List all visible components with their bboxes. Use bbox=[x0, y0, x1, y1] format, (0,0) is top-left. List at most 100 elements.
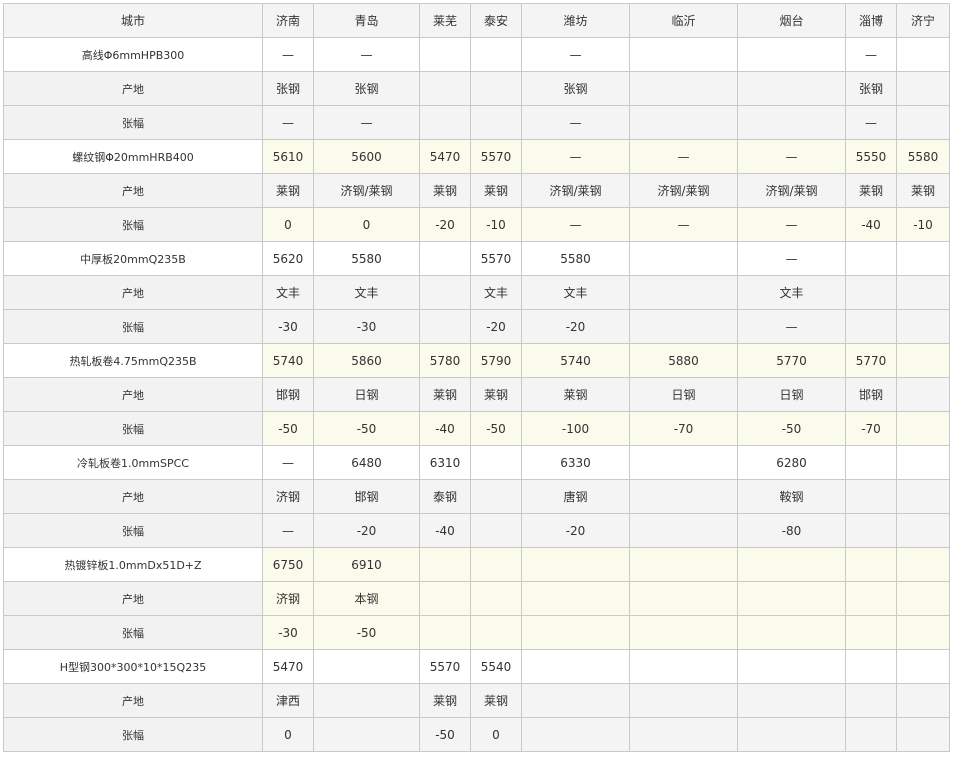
table-cell bbox=[470, 547, 522, 582]
table-row: 热镀锌板1.0mmDx51D+Z 6750 6910 bbox=[3, 547, 950, 582]
table-cell: -50 bbox=[419, 717, 471, 752]
table-cell: 莱钢 bbox=[419, 377, 471, 412]
header-city-7: 烟台 bbox=[737, 3, 846, 38]
row-sublabel: 张幅 bbox=[3, 513, 263, 548]
table-cell: -20 bbox=[313, 513, 420, 548]
table-row: 螺纹钢Φ20mmHRB400 5610 5600 5470 5570— — —5550 558… bbox=[3, 139, 950, 174]
table-cell: -100 bbox=[521, 411, 630, 446]
table-cell bbox=[896, 445, 950, 480]
table-cell: 济钢/莱钢 bbox=[629, 173, 738, 208]
table-cell bbox=[419, 71, 471, 106]
table-cell: 日钢 bbox=[629, 377, 738, 412]
table-cell bbox=[419, 547, 471, 582]
table-cell: 本钢 bbox=[313, 581, 420, 616]
table-cell: 济钢/莱钢 bbox=[313, 173, 420, 208]
row-sublabel: 产地 bbox=[3, 173, 263, 208]
row-sublabel: 张幅 bbox=[3, 411, 263, 446]
table-cell bbox=[629, 581, 738, 616]
table-cell bbox=[737, 37, 846, 72]
table-cell: 0 bbox=[313, 207, 420, 242]
table-subrow: 张幅 — — — — bbox=[3, 105, 950, 140]
table-cell: — bbox=[737, 241, 846, 276]
table-cell bbox=[470, 479, 522, 514]
header-city-8: 淄博 bbox=[845, 3, 897, 38]
table-cell: -40 bbox=[845, 207, 897, 242]
table-cell: — bbox=[521, 105, 630, 140]
table-cell bbox=[470, 581, 522, 616]
table-cell: 张钢 bbox=[845, 71, 897, 106]
table-cell bbox=[896, 37, 950, 72]
table-cell: — bbox=[737, 309, 846, 344]
table-cell bbox=[629, 445, 738, 480]
table-cell: 鞍钢 bbox=[737, 479, 846, 514]
table-cell: -50 bbox=[737, 411, 846, 446]
table-cell bbox=[629, 71, 738, 106]
table-cell bbox=[521, 683, 630, 718]
table-cell: 5620 bbox=[262, 241, 314, 276]
table-cell bbox=[845, 445, 897, 480]
table-subrow: 张幅 0 0 -20 -10— — — -40 -10 bbox=[3, 207, 950, 242]
table-cell: 日钢 bbox=[737, 377, 846, 412]
table-cell: -40 bbox=[419, 411, 471, 446]
table-cell bbox=[845, 275, 897, 310]
table-cell bbox=[470, 513, 522, 548]
header-city-6: 临沂 bbox=[629, 3, 738, 38]
table-cell: — bbox=[262, 105, 314, 140]
table-subrow: 张幅 0 -50 0 bbox=[3, 717, 950, 752]
table-cell: 泰钢 bbox=[419, 479, 471, 514]
table-cell: 6310 bbox=[419, 445, 471, 480]
table-cell bbox=[737, 105, 846, 140]
header-city-5: 潍坊 bbox=[521, 3, 630, 38]
table-cell: 5570 bbox=[470, 139, 522, 174]
header-city-4: 泰安 bbox=[470, 3, 522, 38]
table-cell: — bbox=[629, 139, 738, 174]
table-cell: -30 bbox=[313, 309, 420, 344]
table-cell bbox=[845, 615, 897, 650]
table-cell bbox=[419, 105, 471, 140]
table-cell bbox=[419, 309, 471, 344]
table-cell bbox=[629, 615, 738, 650]
table-cell: — bbox=[629, 207, 738, 242]
table-cell bbox=[521, 615, 630, 650]
table-cell: — bbox=[737, 139, 846, 174]
table-cell bbox=[896, 649, 950, 684]
table-subrow: 产地 文丰 文丰 文丰 文丰 文丰 bbox=[3, 275, 950, 310]
table-cell bbox=[313, 717, 420, 752]
product-name: 螺纹钢Φ20mmHRB400 bbox=[3, 139, 263, 174]
table-row: 中厚板20mmQ235B 5620 5580 5570 5580— bbox=[3, 241, 950, 276]
table-cell: 6910 bbox=[313, 547, 420, 582]
table-cell: 6280 bbox=[737, 445, 846, 480]
table-cell: 5880 bbox=[629, 343, 738, 378]
table-cell: 唐钢 bbox=[521, 479, 630, 514]
table-cell: -10 bbox=[470, 207, 522, 242]
table-cell bbox=[737, 649, 846, 684]
table-cell: — bbox=[521, 37, 630, 72]
table-subrow: 产地 张钢 张钢 张钢 张钢 bbox=[3, 71, 950, 106]
table-cell bbox=[629, 479, 738, 514]
table-cell: 文丰 bbox=[262, 275, 314, 310]
table-cell bbox=[896, 377, 950, 412]
header-row: 城市 济南 青岛 莱芜 泰安 潍坊 临沂 烟台 淄博 济宁 bbox=[3, 3, 950, 38]
table-cell: 莱钢 bbox=[419, 683, 471, 718]
table-cell: -30 bbox=[262, 309, 314, 344]
table-cell: 邯钢 bbox=[262, 377, 314, 412]
table-row: H型钢300*300*10*15Q235 5470 5570 5540 bbox=[3, 649, 950, 684]
table-cell bbox=[629, 275, 738, 310]
table-cell: -40 bbox=[419, 513, 471, 548]
table-cell bbox=[629, 547, 738, 582]
table-row: 热轧板卷4.75mmQ235B 5740 5860 5780 5790 5740 5880 5… bbox=[3, 343, 950, 378]
table-cell bbox=[470, 445, 522, 480]
table-cell bbox=[896, 479, 950, 514]
table-cell: 济钢/莱钢 bbox=[737, 173, 846, 208]
product-name: 高线Φ6mmHPB300 bbox=[3, 37, 263, 72]
header-city-9: 济宁 bbox=[896, 3, 950, 38]
steel-price-table: 城市 济南 青岛 莱芜 泰安 潍坊 临沂 烟台 淄博 济宁 高线Φ6mmHPB300— — — — 产地 张钢… bbox=[3, 3, 950, 752]
table-cell bbox=[845, 479, 897, 514]
table-cell: 莱钢 bbox=[262, 173, 314, 208]
table-cell bbox=[896, 513, 950, 548]
table-cell bbox=[896, 683, 950, 718]
table-cell bbox=[470, 71, 522, 106]
table-cell bbox=[629, 309, 738, 344]
table-cell bbox=[521, 649, 630, 684]
table-cell bbox=[470, 37, 522, 72]
